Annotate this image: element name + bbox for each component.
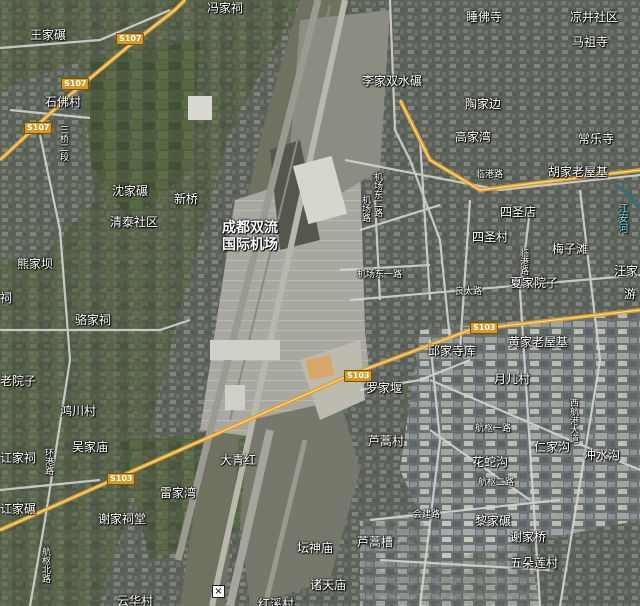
road-label[interactable]: 航枢二路 [478,478,514,488]
place-label[interactable]: 陶家边 [465,97,501,111]
place-label[interactable]: 芦蒿槽 [357,535,393,549]
road-label[interactable]: 临港路 [518,248,528,275]
road-label[interactable]: 航枢北路 [40,547,50,583]
place-label[interactable]: 凉井社区 [570,10,618,24]
airport-name-line2[interactable]: 国际机场 [222,237,278,254]
road-label[interactable]: 三桥二段 [58,125,68,161]
place-label[interactable]: 鸿川村 [60,404,96,418]
place-label[interactable]: 四圣店 [500,205,536,219]
satellite-imagery [0,0,640,606]
place-label[interactable]: 李家双水碾 [362,74,422,88]
place-label[interactable]: 讧家碾 [0,502,36,516]
place-label[interactable]: 吴家庙 [72,440,108,454]
place-label[interactable]: 四圣村 [472,230,508,244]
road-label[interactable]: 环港路 [43,448,53,475]
place-label[interactable]: 夏家院子 [510,276,558,290]
place-label[interactable]: 云华村 [117,594,153,606]
place-label[interactable]: 讧家祠 [0,451,36,465]
place-label[interactable]: 王家碾 [30,28,66,42]
place-label[interactable]: 黎家碾 [475,514,511,528]
road-shield-s103: S103 [470,322,499,334]
road-label[interactable]: 良太路 [455,287,482,297]
road-label[interactable]: 机场路 [360,195,370,222]
place-label[interactable]: 沈家碾 [112,184,148,198]
place-label[interactable]: 石佛村 [45,95,81,109]
place-label[interactable]: 新桥 [174,192,198,206]
place-label[interactable]: 月儿村 [494,372,530,386]
place-label[interactable]: 红溪村 [258,597,294,606]
place-label[interactable]: 罗家堰 [366,381,402,395]
road-label[interactable]: 航枢一路 [475,424,511,434]
road-shield-s107: S107 [61,78,90,90]
road-label[interactable]: 机场东一路 [357,270,402,280]
place-label[interactable]: 骆家祠 [75,313,111,327]
place-label[interactable]: 高家湾 [455,130,491,144]
river-label[interactable]: 江安河 [616,203,627,233]
map-view[interactable]: S107 S107 S107 S103 S103 S103 成都双流 国际机场 … [0,0,640,606]
place-label[interactable]: 邱家寺库 [428,344,476,358]
place-label[interactable]: 马祖寺 [572,35,608,49]
road-label[interactable]: 西航港大道 [568,398,578,443]
place-label[interactable]: 冲水沟 [584,448,620,462]
place-label[interactable]: 汪家 [614,264,638,278]
place-label[interactable]: 花蛇沟 [472,455,508,469]
place-label[interactable]: 芦蒿村 [368,434,404,448]
road-shield-s107: S107 [116,33,145,45]
place-label[interactable]: 游 [624,287,636,301]
place-label[interactable]: 睡佛寺 [466,10,502,24]
place-label[interactable]: 老院子 [0,374,36,388]
place-label[interactable]: 谢家桥 [510,530,546,544]
place-label[interactable]: 梅子滩 [552,242,588,256]
place-label[interactable]: 冯家祠 [207,1,243,15]
place-label[interactable]: 五朵莲村 [510,556,558,570]
place-label[interactable]: 谢家祠堂 [98,512,146,526]
road-shield-s107: S107 [24,122,53,134]
place-label[interactable]: 祠 [0,291,12,305]
place-label[interactable]: 诸天庙 [310,578,346,592]
place-label[interactable]: 坛神庙 [297,541,333,555]
place-label[interactable]: 大青红 [220,453,256,467]
airport-name-line1[interactable]: 成都双流 [222,220,278,237]
place-label[interactable]: 熊家坝 [17,257,53,271]
road-shield-s103: S103 [107,473,136,485]
road-label[interactable]: 会建路 [413,510,440,520]
close-icon[interactable]: × [212,585,225,598]
place-label[interactable]: 清泰社区 [110,215,158,229]
place-label[interactable]: 胡家老屋基 [548,165,608,179]
place-label[interactable]: 雷家湾 [160,486,196,500]
place-label[interactable]: 仁家沟 [534,440,570,454]
place-label[interactable]: 黄家老屋基 [508,335,568,349]
place-label[interactable]: 常乐寺 [578,132,614,146]
road-label[interactable]: 机场东二路 [372,172,382,217]
road-label[interactable]: 临港路 [476,170,503,180]
